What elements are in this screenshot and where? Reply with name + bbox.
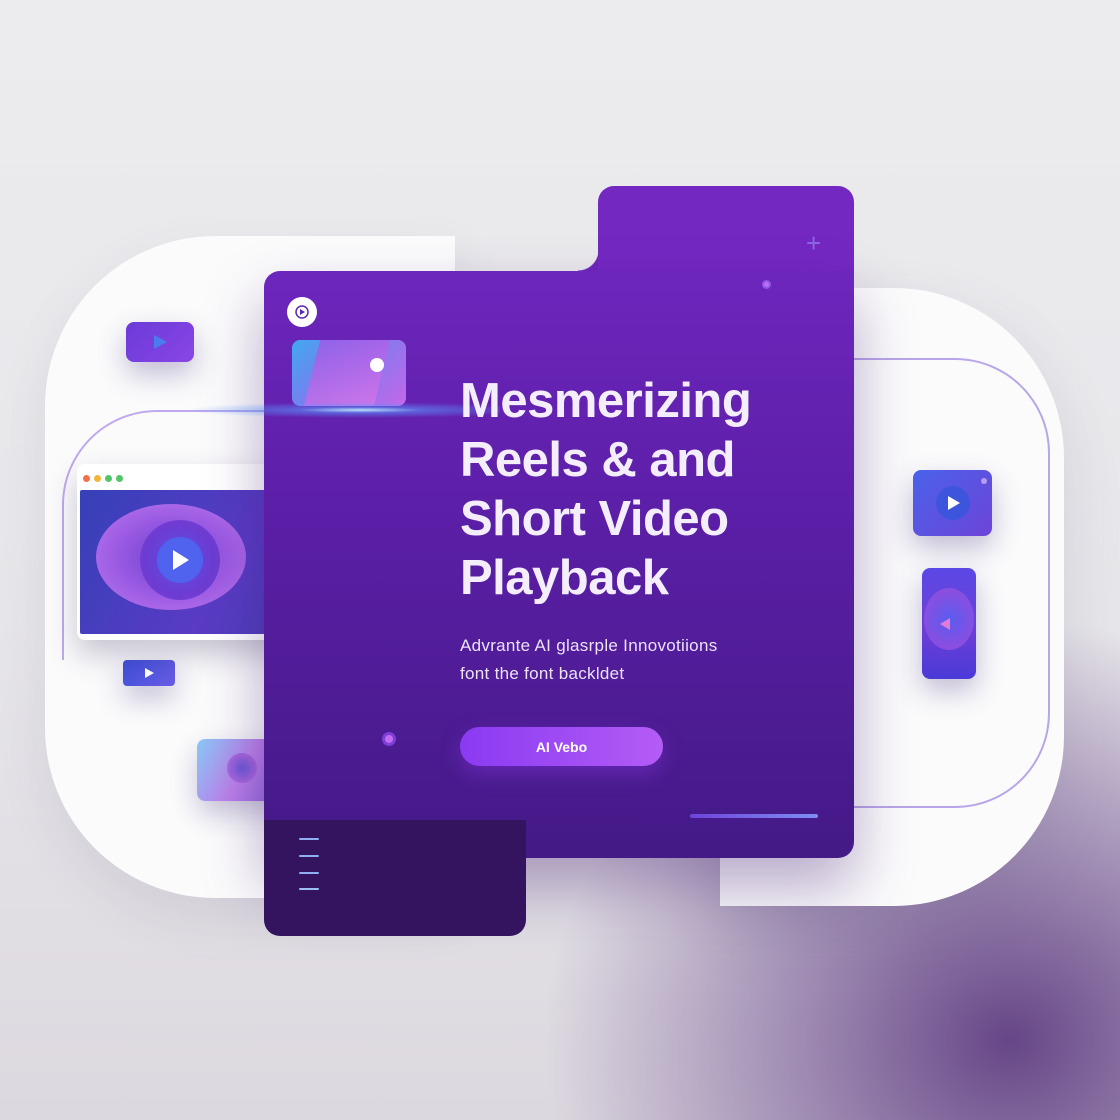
play-icon xyxy=(154,335,167,349)
play-badge[interactable] xyxy=(287,297,317,327)
sparkle-dot xyxy=(762,280,771,289)
hero-subtitle: Advrante AI glasrple Innovotiions font t… xyxy=(460,636,718,683)
play-chip-small-left[interactable] xyxy=(123,660,175,686)
video-thumbnail-tile[interactable] xyxy=(292,340,406,406)
play-icon xyxy=(295,305,309,319)
play-icon xyxy=(947,496,960,510)
ai-video-button[interactable]: AI Vebo xyxy=(460,727,663,766)
play-button-circle[interactable] xyxy=(140,520,220,600)
play-chip-top-left[interactable] xyxy=(126,322,194,362)
play-icon xyxy=(940,618,950,630)
plus-icon[interactable]: + xyxy=(806,230,821,256)
menu-line xyxy=(299,888,319,890)
hero-card-notch xyxy=(578,250,598,271)
light-streak-decoration xyxy=(150,402,500,418)
corner-dot xyxy=(981,478,987,484)
menu-line xyxy=(299,855,319,857)
hero-title: Mesmerizing Reels & and Short Video Play… xyxy=(460,374,752,605)
window-control-dots xyxy=(83,475,123,482)
thumbnail-shape xyxy=(303,340,391,406)
progress-line xyxy=(690,814,818,818)
menu-line xyxy=(299,838,319,840)
play-icon xyxy=(145,668,154,678)
menu-line xyxy=(299,872,319,874)
vertical-video-chip-right[interactable] xyxy=(922,568,976,679)
sparkle-dot xyxy=(382,732,396,746)
thumbnail-dot xyxy=(370,358,384,372)
play-blob-icon xyxy=(227,753,257,783)
play-icon xyxy=(173,550,189,570)
play-chip-right[interactable] xyxy=(913,470,992,536)
